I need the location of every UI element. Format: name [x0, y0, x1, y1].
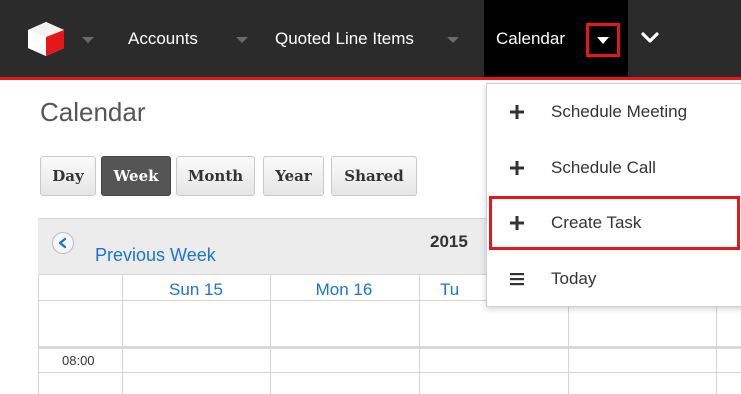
- menu-item-today[interactable]: Today: [487, 253, 741, 305]
- day-header-mon[interactable]: Mon 16: [270, 280, 418, 300]
- menu-item-label: Schedule Call: [551, 158, 656, 177]
- previous-week-button[interactable]: [52, 232, 74, 254]
- sugar-cube-logo-icon[interactable]: [28, 22, 64, 56]
- top-nav-bar: Accounts Quoted Line Items Calendar: [0, 0, 741, 80]
- menu-item-label: Today: [551, 269, 597, 288]
- calendar-dropdown-toggle[interactable]: [586, 23, 620, 57]
- grid-line: [38, 274, 39, 394]
- time-slot-label: 08:00: [62, 353, 95, 368]
- accounts-caret-icon[interactable]: [236, 37, 248, 43]
- calendar-year: 2015: [430, 232, 468, 251]
- view-day-button[interactable]: Day: [40, 156, 96, 196]
- menu-item-label: Schedule Meeting: [551, 102, 688, 121]
- grid-line: [716, 300, 717, 394]
- plus-icon: [510, 105, 524, 119]
- page-title: Calendar: [40, 97, 146, 127]
- day-header-sun[interactable]: Sun 15: [122, 280, 270, 300]
- menu-item-create-task[interactable]: Create Task: [487, 197, 741, 249]
- menu-item-schedule-call[interactable]: Schedule Call: [487, 142, 741, 194]
- nav-tab-calendar[interactable]: Calendar: [496, 0, 565, 77]
- previous-week-link[interactable]: Previous Week: [95, 245, 216, 266]
- chevron-left-icon: [58, 237, 67, 249]
- grid-line: [38, 372, 741, 373]
- calendar-dropdown-menu: Schedule Meeting Schedule Call Create Ta…: [486, 83, 741, 307]
- menu-item-schedule-meeting[interactable]: Schedule Meeting: [487, 86, 741, 138]
- grid-line: [38, 346, 741, 349]
- nav-tab-label: Quoted Line Items: [275, 28, 414, 48]
- chevron-down-icon[interactable]: [640, 28, 660, 48]
- caret-down-icon: [597, 36, 609, 44]
- grid-line: [568, 300, 569, 394]
- view-month-button[interactable]: Month: [176, 156, 255, 196]
- plus-icon: [510, 216, 524, 230]
- view-year-button[interactable]: Year: [263, 156, 324, 196]
- grid-line: [419, 274, 420, 394]
- nav-tab-quoted-line-items[interactable]: Quoted Line Items: [275, 0, 414, 77]
- list-icon: [510, 273, 524, 286]
- nav-tab-label: Accounts: [128, 28, 198, 48]
- logo-caret-icon[interactable]: [82, 37, 94, 43]
- nav-tab-accounts[interactable]: Accounts: [128, 0, 198, 77]
- quoted-line-items-caret-icon[interactable]: [447, 37, 459, 43]
- menu-item-label: Create Task: [551, 213, 642, 232]
- view-week-button[interactable]: Week: [101, 156, 171, 196]
- nav-tab-label: Calendar: [496, 28, 565, 48]
- plus-icon: [510, 161, 524, 175]
- view-shared-button[interactable]: Shared: [331, 156, 417, 196]
